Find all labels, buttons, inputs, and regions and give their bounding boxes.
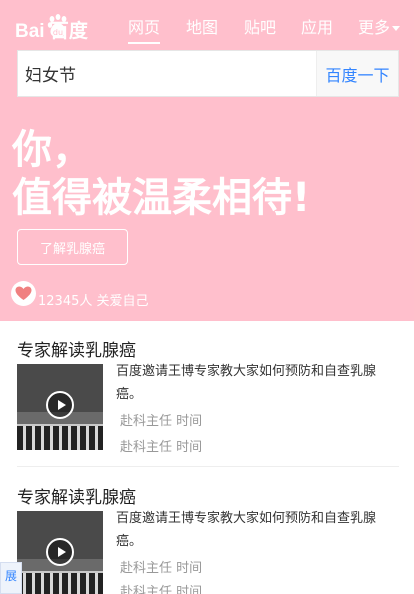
expand-tab[interactable]: 展 [0, 562, 22, 594]
play-icon[interactable] [46, 391, 74, 419]
nav-item-map[interactable]: 地图 [186, 14, 218, 44]
article-meta: 赴科主任 时间 [120, 440, 203, 455]
headline-line-1: 你， [12, 127, 92, 173]
article-description: 百度邀请王博专家教大家如何预防和自查乳腺癌。 [116, 364, 377, 402]
svg-text:du: du [53, 28, 63, 37]
nav-more-label: 更多 [358, 18, 391, 37]
nav-label: 应用 [301, 18, 334, 37]
article-meta: 赴科主任 时间 [120, 561, 203, 576]
nav-item-apps[interactable]: 应用 [301, 14, 333, 44]
article-description: 百度邀请王博专家教大家如何预防和自查乳腺癌。 [116, 511, 377, 549]
baidu-logo[interactable]: Bai 百度 du [15, 8, 105, 44]
search-box: 百度一下 [17, 50, 399, 97]
search-input[interactable] [18, 51, 316, 96]
video-thumbnail[interactable] [17, 511, 103, 594]
article-meta: 赴科主任 时间 [120, 414, 203, 429]
heart-icon[interactable] [11, 281, 36, 306]
nav-label: 贴吧 [244, 18, 277, 37]
nav-label: 地图 [186, 18, 219, 37]
article-title[interactable]: 专家解读乳腺癌 [17, 483, 136, 508]
article-card[interactable]: 专家解读乳腺癌 百度邀请王博专家教大家如何预防和自查乳腺癌。 赴科主任 时间 赴… [0, 336, 414, 467]
article-meta: 赴科主任 时间 [120, 585, 203, 594]
search-button[interactable]: 百度一下 [317, 51, 398, 96]
thumb-keyboard [17, 573, 103, 594]
nav-item-tieba[interactable]: 贴吧 [244, 14, 276, 44]
thumb-keyboard [17, 426, 103, 450]
article-title[interactable]: 专家解读乳腺癌 [17, 336, 136, 361]
video-thumbnail[interactable] [17, 364, 103, 450]
play-icon[interactable] [46, 538, 74, 566]
divider [17, 466, 399, 467]
care-count-text: 12345人 关爱自己 [38, 294, 149, 309]
nav-label: 网页 [128, 18, 161, 37]
learn-breast-cancer-button[interactable]: 了解乳腺癌 [17, 229, 128, 265]
nav-item-web[interactable]: 网页 [128, 14, 161, 44]
paw-icon: du [47, 14, 67, 37]
hero-banner: Bai 百度 du 网页 地图 贴吧 应用 更多 百度一下 你， 值得被温柔相待… [0, 0, 414, 321]
caret-down-icon [392, 26, 401, 31]
article-card[interactable]: 专家解读乳腺癌 百度邀请王博专家教大家如何预防和自查乳腺癌。 赴科主任 时间 赴… [0, 483, 414, 594]
nav-more-menu[interactable]: 更多 [358, 14, 401, 38]
headline-line-2: 值得被温柔相待! [12, 175, 311, 221]
